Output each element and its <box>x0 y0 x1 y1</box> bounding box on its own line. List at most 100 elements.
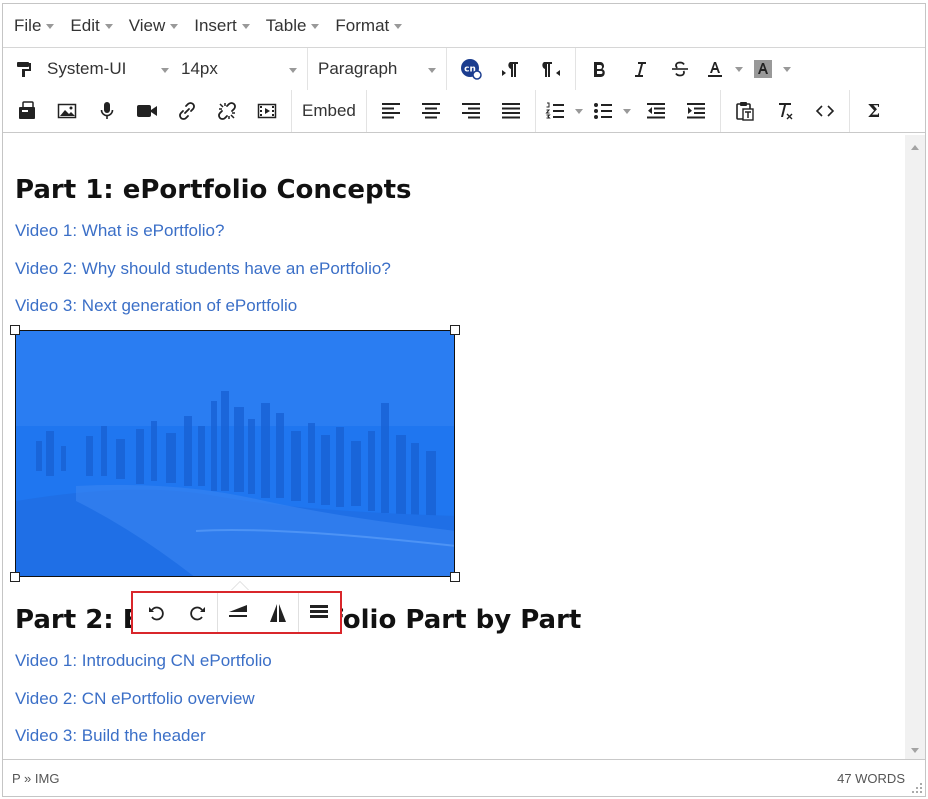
chevron-down-icon <box>289 67 297 73</box>
font-size-select[interactable]: 14px <box>175 52 303 86</box>
numbered-list-button[interactable] <box>540 94 570 128</box>
background-color-dropdown[interactable] <box>778 52 796 86</box>
text-color-dropdown[interactable] <box>730 52 748 86</box>
insert-audio-button[interactable] <box>87 94 127 128</box>
image-toolbar-pointer <box>231 581 249 590</box>
flip-horizontal-button[interactable] <box>258 595 298 631</box>
align-justify-button[interactable] <box>491 94 531 128</box>
font-family-select[interactable]: System-UI <box>41 52 175 86</box>
format-painter-button[interactable] <box>7 52 41 86</box>
image-toolbar-rotate-group <box>137 593 218 632</box>
part2-link-2[interactable]: Video 2: CN ePortfolio overview <box>15 689 255 709</box>
flip-vertical-icon <box>229 604 247 617</box>
toolbar-group-blocks: Paragraph <box>308 48 447 90</box>
resize-handle-sw[interactable] <box>10 572 20 582</box>
unlink-button[interactable] <box>207 94 247 128</box>
paste-text-button[interactable] <box>725 94 765 128</box>
bold-icon <box>594 62 605 77</box>
menu-file[interactable]: File <box>11 4 64 47</box>
align-center-button[interactable] <box>411 94 451 128</box>
scroll-up-arrow-icon[interactable] <box>911 145 919 150</box>
menu-label: File <box>14 15 42 35</box>
insert-video-button[interactable] <box>127 94 167 128</box>
chevron-down-icon <box>104 24 113 29</box>
toolbar-group-direction: cn <box>447 48 576 90</box>
element-path[interactable]: P » IMG <box>12 771 59 786</box>
part1-heading: Part 1: ePortfolio Concepts <box>15 175 412 205</box>
paste-file-button[interactable] <box>7 94 47 128</box>
align-right-button[interactable] <box>451 94 491 128</box>
bulleted-list-button[interactable] <box>588 94 618 128</box>
sigma-icon: Σ <box>867 100 881 122</box>
font-size-value: 14px <box>181 59 218 78</box>
block-format-select[interactable]: Paragraph <box>312 52 442 86</box>
indent-button[interactable] <box>676 94 716 128</box>
part2-link-3[interactable]: Video 3: Build the header <box>15 726 206 746</box>
part1-link-1[interactable]: Video 1: What is ePortfolio? <box>15 221 224 241</box>
toolbar-group-lists <box>536 90 721 132</box>
cn-link-button[interactable]: cn <box>451 52 491 86</box>
italic-icon <box>635 62 646 77</box>
insert-link-button[interactable] <box>167 94 207 128</box>
ltr-button[interactable] <box>491 52 531 86</box>
menu-format[interactable]: Format <box>332 4 412 47</box>
format-painter-icon <box>17 62 31 77</box>
equation-button[interactable]: Σ <box>854 94 894 128</box>
align-center-icon <box>421 103 440 119</box>
outdent-button[interactable] <box>636 94 676 128</box>
toolbar-group-insert <box>3 90 292 132</box>
background-color-icon <box>754 60 772 78</box>
chevron-down-icon <box>241 24 250 29</box>
menu-table[interactable]: Table <box>263 4 330 47</box>
numbered-list-dropdown[interactable] <box>570 94 588 128</box>
strikethrough-button[interactable] <box>660 52 700 86</box>
embed-button[interactable]: Embed <box>296 94 362 128</box>
menu-view[interactable]: View <box>126 4 189 47</box>
insert-media-button[interactable] <box>247 94 287 128</box>
chevron-down-icon <box>161 67 169 73</box>
menu-label: Edit <box>70 15 100 35</box>
word-count[interactable]: 47 WORDS <box>837 771 905 786</box>
menu-label: Insert <box>194 15 237 35</box>
toolbar-group-embed: Embed <box>292 90 367 132</box>
flip-vertical-button[interactable] <box>218 595 258 631</box>
part1-link-2[interactable]: Video 2: Why should students have an ePo… <box>15 259 391 279</box>
rich-text-editor: File Edit View Insert Table Format Syste… <box>2 3 926 797</box>
resize-handle-se[interactable] <box>450 572 460 582</box>
background-color-button[interactable] <box>748 52 778 86</box>
text-color-icon <box>708 62 722 77</box>
menu-edit[interactable]: Edit <box>67 4 122 47</box>
resize-handle-ne[interactable] <box>450 325 460 335</box>
bulleted-list-dropdown[interactable] <box>618 94 636 128</box>
image-options-button[interactable] <box>299 595 339 631</box>
bold-button[interactable] <box>580 52 620 86</box>
clear-formatting-button[interactable] <box>765 94 805 128</box>
resize-grip-icon[interactable] <box>912 783 922 793</box>
media-icon <box>257 103 277 119</box>
resize-handle-nw[interactable] <box>10 325 20 335</box>
vertical-scrollbar[interactable] <box>905 135 925 761</box>
part2-link-1[interactable]: Video 1: Introducing CN ePortfolio <box>15 651 272 671</box>
toolbar-row-2: Embed Σ <box>3 90 925 133</box>
selected-image[interactable] <box>15 330 455 577</box>
toolbar-group-tools <box>721 90 850 132</box>
italic-button[interactable] <box>620 52 660 86</box>
rotate-right-button[interactable] <box>177 595 217 631</box>
rtl-icon <box>542 62 560 77</box>
chevron-down-icon <box>170 24 179 29</box>
scroll-down-arrow-icon[interactable] <box>911 748 919 753</box>
menu-label: Format <box>335 15 390 35</box>
rotate-left-button[interactable] <box>137 595 177 631</box>
part1-link-3[interactable]: Video 3: Next generation of ePortfolio <box>15 296 297 316</box>
chevron-down-icon <box>46 24 55 29</box>
microphone-icon <box>100 102 114 119</box>
source-code-button[interactable] <box>805 94 845 128</box>
text-color-button[interactable] <box>700 52 730 86</box>
link-icon <box>179 102 195 120</box>
block-format-value: Paragraph <box>318 59 398 78</box>
rtl-button[interactable] <box>531 52 571 86</box>
menu-insert[interactable]: Insert <box>191 4 260 47</box>
align-left-button[interactable] <box>371 94 411 128</box>
insert-image-button[interactable] <box>47 94 87 128</box>
editor-content[interactable]: Part 1: ePortfolio Concepts Video 1: Wha… <box>3 135 906 761</box>
